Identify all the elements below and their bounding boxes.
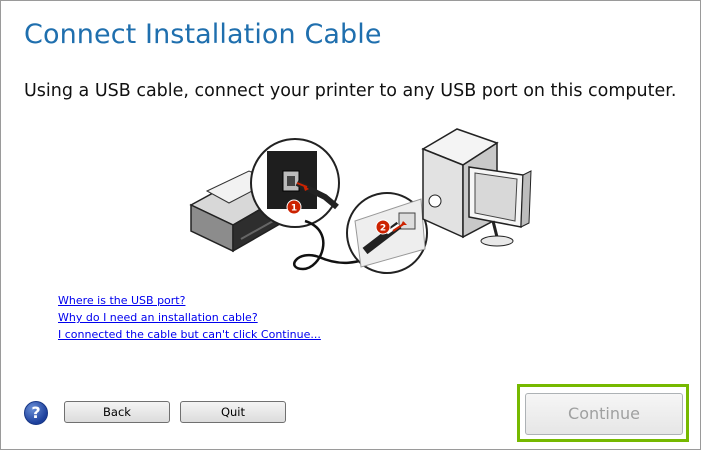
step-marker-2-label: 2 [380, 224, 386, 234]
step-marker-1-label: 1 [291, 204, 297, 214]
step-marker-2: 2 [375, 219, 391, 235]
help-links: Where is the USB port? Why do I need an … [58, 292, 321, 343]
back-button[interactable]: Back [64, 401, 170, 423]
question-mark-icon[interactable]: ? [24, 401, 48, 425]
installer-window: Connect Installation Cable Using a USB c… [0, 0, 701, 450]
continue-button[interactable]: Continue [525, 393, 683, 435]
quit-button[interactable]: Quit [180, 401, 286, 423]
link-where-is-usb-port[interactable]: Where is the USB port? [58, 292, 321, 309]
usb-connection-illustration: 1 2 [189, 128, 532, 274]
link-cant-click-continue[interactable]: I connected the cable but can't click Co… [58, 326, 321, 343]
monitor-image [468, 166, 532, 247]
step-marker-1: 1 [286, 199, 302, 215]
instruction-text: Using a USB cable, connect your printer … [24, 81, 677, 101]
page-title: Connect Installation Cable [24, 19, 382, 50]
link-why-installation-cable[interactable]: Why do I need an installation cable? [58, 309, 321, 326]
